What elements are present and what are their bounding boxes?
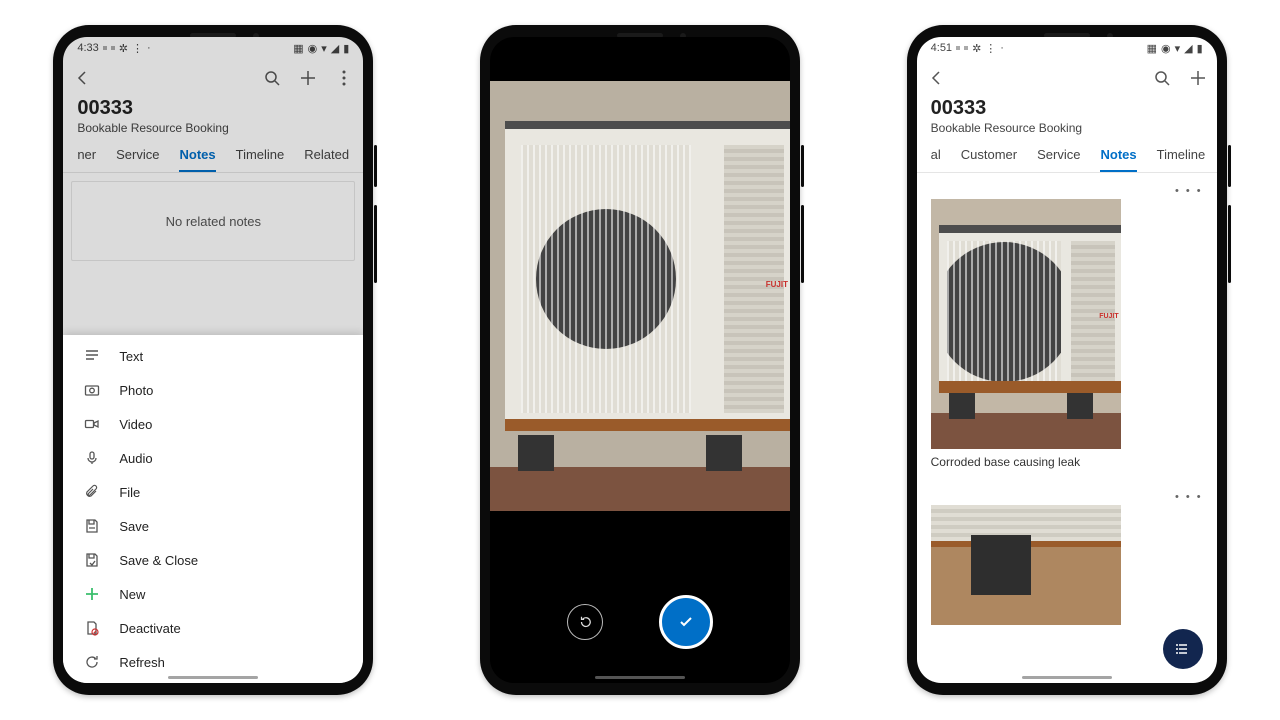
note-card-2[interactable]: • • • (925, 487, 1209, 625)
page-x-icon (83, 620, 101, 636)
menu-save[interactable]: Save (63, 509, 363, 543)
action-sheet: Text Photo Video Audio File Save Save & … (63, 335, 363, 683)
tabs: al Customer Service Notes Timeline (917, 139, 1217, 173)
card-overflow-icon[interactable]: • • • (1175, 185, 1203, 197)
phone-1-frame: 4:33 ✲ ⋮· ▦◉▾◢▮ 00333 Bookable Resource … (53, 25, 373, 695)
note-2-thumbnail (931, 505, 1121, 625)
tab-partial[interactable]: al (931, 147, 941, 172)
menu-new[interactable]: New (63, 577, 363, 611)
add-icon[interactable] (1189, 69, 1207, 87)
search-icon[interactable] (1153, 69, 1171, 87)
text-icon (83, 348, 101, 364)
refresh-icon (83, 654, 101, 670)
paperclip-icon (83, 484, 101, 500)
tab-service[interactable]: Service (1037, 147, 1080, 172)
menu-video[interactable]: Video (63, 407, 363, 441)
camera-icon (83, 382, 101, 398)
save-close-icon (83, 552, 101, 568)
note-1-thumbnail: FUJIT (931, 199, 1121, 449)
video-icon (83, 416, 101, 432)
note-1-caption: Corroded base causing leak (925, 449, 1209, 475)
menu-audio[interactable]: Audio (63, 441, 363, 475)
camera-viewfinder: FUJIT (490, 81, 790, 511)
plus-icon (83, 586, 101, 602)
menu-text[interactable]: Text (63, 339, 363, 373)
back-icon[interactable] (927, 69, 945, 87)
mic-icon (83, 450, 101, 466)
ac-unit-photo: FUJIT (505, 121, 790, 431)
camera-confirm-button[interactable] (659, 595, 713, 649)
menu-refresh[interactable]: Refresh (63, 645, 363, 679)
menu-save-close[interactable]: Save & Close (63, 543, 363, 577)
tab-customer[interactable]: Customer (961, 147, 1017, 172)
menu-file[interactable]: File (63, 475, 363, 509)
card-overflow-icon[interactable]: • • • (1175, 491, 1203, 503)
tab-timeline[interactable]: Timeline (1157, 147, 1206, 172)
save-icon (83, 518, 101, 534)
menu-deactivate[interactable]: Deactivate (63, 611, 363, 645)
ac-brand-label: FUJIT (766, 280, 788, 289)
fab-list-button[interactable] (1163, 629, 1203, 669)
camera-undo-button[interactable] (567, 604, 603, 640)
tab-notes[interactable]: Notes (1100, 147, 1136, 172)
status-bar: 4:51 ✲⋮· ▦◉▾◢▮ (917, 37, 1217, 59)
record-title: 00333 (931, 97, 1203, 120)
note-card-1[interactable]: • • • FUJIT Corroded base causing leak (925, 181, 1209, 475)
record-subtitle: Bookable Resource Booking (931, 121, 1203, 135)
menu-photo[interactable]: Photo (63, 373, 363, 407)
phone-2-frame: FUJIT (480, 25, 800, 695)
app-bar (917, 59, 1217, 97)
phone-3-frame: 4:51 ✲⋮· ▦◉▾◢▮ 00333 Bookable Resource B… (907, 25, 1227, 695)
status-time: 4:51 (931, 42, 952, 54)
